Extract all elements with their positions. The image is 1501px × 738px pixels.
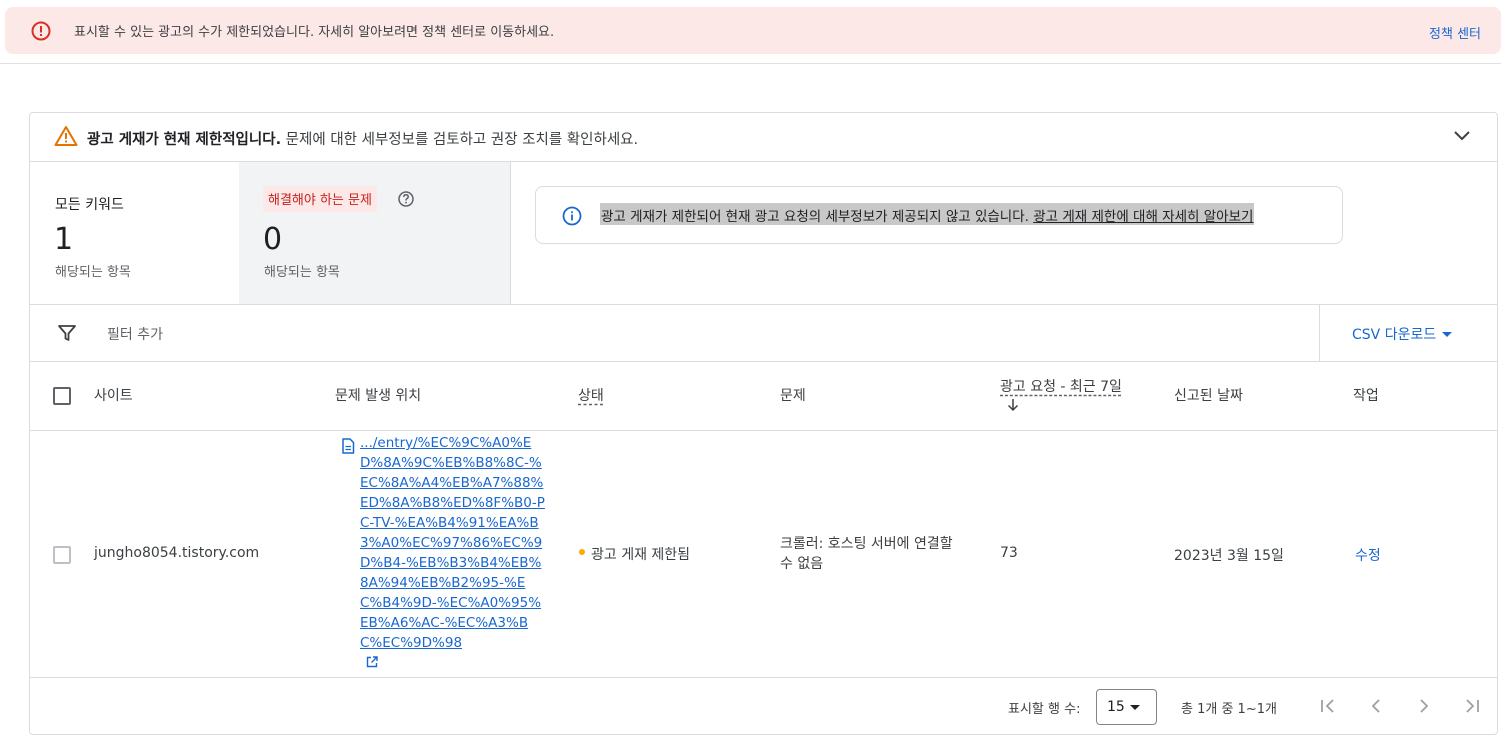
pagination: 표시할 행 수: 15 총 1개 중 1~1개 xyxy=(30,679,1497,735)
info-text: 광고 게재가 제한되어 현재 광고 요청의 세부정보가 제공되지 않고 있습니다… xyxy=(600,203,1255,225)
issues-sub: 해당되는 항목 xyxy=(264,265,340,280)
all-keywords-count: 1 xyxy=(54,222,74,257)
filter-bar: 필터 추가 CSV 다운로드 xyxy=(30,305,1497,362)
col-status[interactable]: 상태 xyxy=(578,385,604,405)
row-checkbox[interactable] xyxy=(53,546,71,564)
csv-download-label: CSV 다운로드 xyxy=(1352,327,1437,343)
policy-banner: 표시할 수 있는 광고의 수가 제한되었습니다. 자세히 알아보려면 정책 센터… xyxy=(5,7,1501,54)
filter-divider xyxy=(1319,305,1320,361)
status-dot xyxy=(579,549,585,555)
issue-url-link[interactable]: .../entry/%EC%9C%A0%ED%8A%9C%EB%B8%8C-%E… xyxy=(360,433,545,653)
alert-description: 문제에 대한 세부정보를 검토하고 권장 조치를 확인하세요. xyxy=(281,132,639,148)
row-site: jungho8054.tistory.com xyxy=(94,545,260,561)
first-page-icon[interactable] xyxy=(1317,695,1339,717)
info-message: 광고 게재가 제한되어 현재 광고 요청의 세부정보가 제공되지 않고 있습니다… xyxy=(601,209,1034,225)
caret-down-icon xyxy=(1130,705,1140,710)
table-row: jungho8054.tistory.com .../entry/%EC%9C%… xyxy=(30,431,1497,678)
issues-tile[interactable]: 해결해야 하는 문제 0 해당되는 항목 xyxy=(239,162,511,304)
rows-per-page-value: 15 xyxy=(1107,699,1125,715)
col-location[interactable]: 문제 발생 위치 xyxy=(335,385,421,405)
edit-link[interactable]: 수정 xyxy=(1355,545,1381,565)
row-reported: 2023년 3월 15일 xyxy=(1174,548,1284,564)
limited-serving-alert[interactable]: 광고 게재가 현재 제한적입니다. 문제에 대한 세부정보를 검토하고 권장 조… xyxy=(30,113,1497,162)
col-action: 작업 xyxy=(1353,388,1379,404)
last-page-icon[interactable] xyxy=(1461,695,1483,717)
next-page-icon[interactable] xyxy=(1413,695,1435,717)
limited-serving-link[interactable]: 광고 게재 제한 xyxy=(1033,209,1116,225)
csv-download-button[interactable]: CSV 다운로드 xyxy=(1352,324,1453,344)
row-requests: 73 xyxy=(1000,545,1018,561)
issues-label: 해결해야 하는 문제 xyxy=(263,186,377,212)
arrow-down-icon[interactable] xyxy=(1007,398,1019,412)
row-status: 광고 게재 제한됨 xyxy=(591,547,691,563)
filter-icon[interactable] xyxy=(57,324,77,342)
warning-icon xyxy=(54,126,78,146)
all-keywords-sub: 해당되는 항목 xyxy=(55,265,131,280)
rows-per-page-label: 표시할 행 수: xyxy=(1008,702,1081,717)
alert-title: 광고 게재가 현재 제한적입니다. xyxy=(87,132,282,148)
policy-center-link[interactable]: 정책 센터 xyxy=(1429,23,1481,42)
add-filter-button[interactable]: 필터 추가 xyxy=(107,324,163,344)
all-keywords-tile[interactable]: 모든 키워드 1 해당되는 항목 xyxy=(30,162,239,304)
caret-down-icon xyxy=(1442,332,1453,337)
report-card: 광고 게재가 현재 제한적입니다. 문제에 대한 세부정보를 검토하고 권장 조… xyxy=(29,112,1498,735)
col-requests[interactable]: 광고 요청 - 최근 7일 xyxy=(1000,376,1122,396)
page-divider xyxy=(0,63,1501,64)
issues-count: 0 xyxy=(263,222,283,257)
banner-message: 표시할 수 있는 광고의 수가 제한되었습니다. 자세히 알아보려면 정책 센터… xyxy=(74,25,555,40)
chevron-down-icon[interactable] xyxy=(1453,129,1471,143)
row-problem: 크롤러: 호스팅 서버에 연결할 수 없음 xyxy=(780,536,953,572)
all-keywords-label: 모든 키워드 xyxy=(55,197,124,213)
page-range: 총 1개 중 1~1개 xyxy=(1181,702,1277,717)
col-problem[interactable]: 문제 xyxy=(780,385,806,405)
help-icon[interactable] xyxy=(397,190,415,208)
error-icon xyxy=(31,21,51,41)
link-connector: 에 대해 xyxy=(1116,209,1163,225)
col-reported[interactable]: 신고된 날짜 xyxy=(1174,385,1243,405)
select-all-checkbox[interactable] xyxy=(53,387,71,405)
info-icon xyxy=(562,206,582,226)
table-header: 사이트 문제 발생 위치 상태 문제 광고 요청 - 최근 7일 신고된 날짜 … xyxy=(30,362,1497,431)
summary-section: 모든 키워드 1 해당되는 항목 해결해야 하는 문제 0 해당되는 항목 광고… xyxy=(30,162,1497,305)
external-link-icon[interactable] xyxy=(366,656,378,668)
learn-more-link[interactable]: 자세히 알아보기 xyxy=(1162,209,1253,225)
info-notice: 광고 게재가 제한되어 현재 광고 요청의 세부정보가 제공되지 않고 있습니다… xyxy=(535,186,1343,244)
col-site[interactable]: 사이트 xyxy=(94,385,133,405)
rows-per-page-select[interactable]: 15 xyxy=(1096,689,1157,725)
alert-text: 광고 게재가 현재 제한적입니다. 문제에 대한 세부정보를 검토하고 권장 조… xyxy=(87,128,638,149)
doc-icon xyxy=(342,438,355,454)
prev-page-icon[interactable] xyxy=(1365,695,1387,717)
